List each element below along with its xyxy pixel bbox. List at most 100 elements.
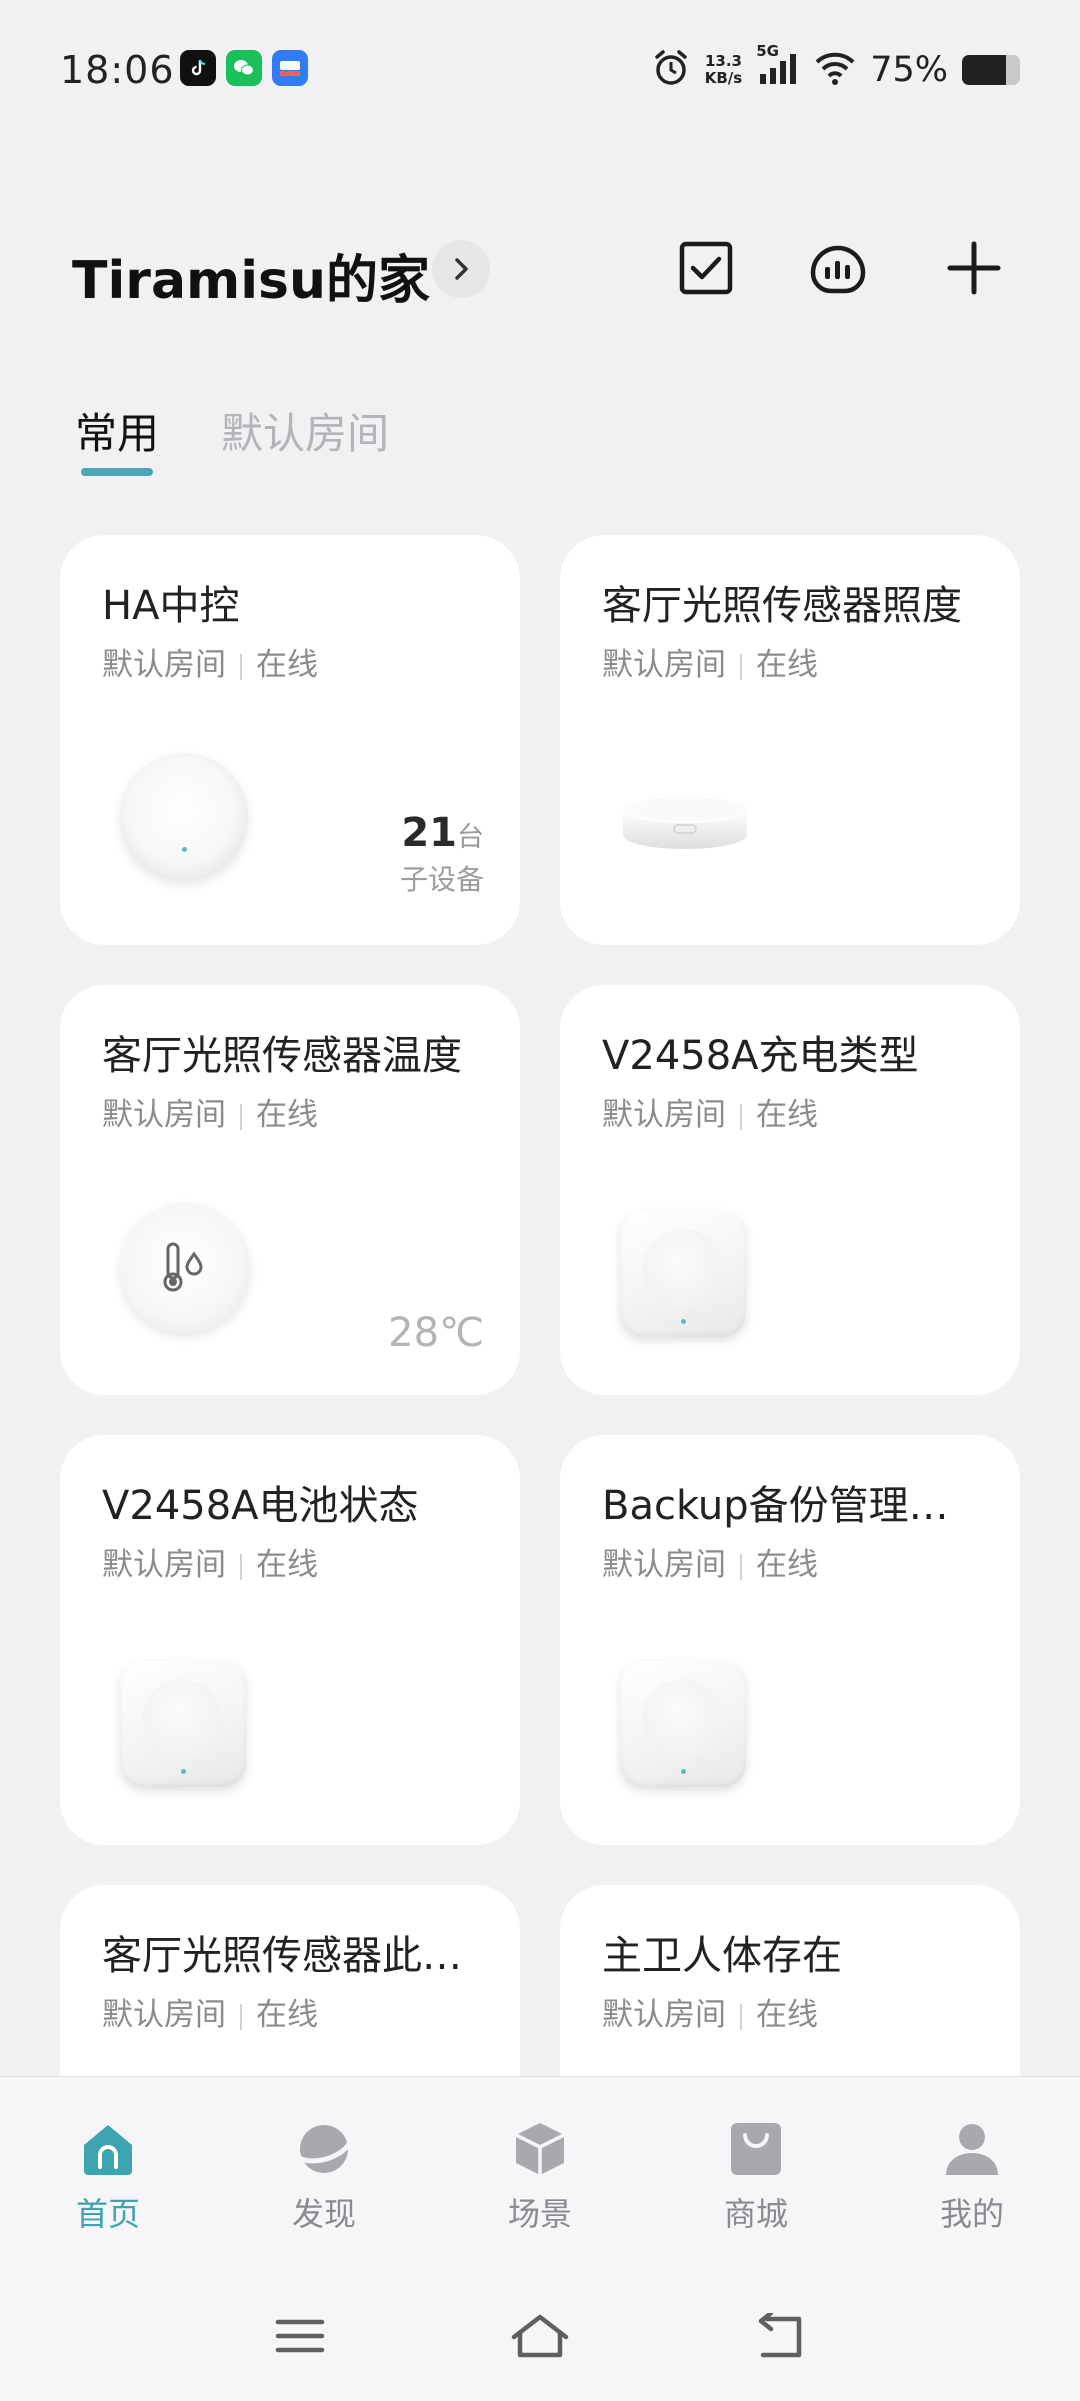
add-device-button[interactable] (942, 236, 1006, 300)
temperature-value: 28℃ (388, 1310, 484, 1356)
network-speed-value: 13.3 (704, 52, 742, 70)
subdevice-count-label: 子设备 (399, 863, 484, 896)
status-bar: 18:06 13.3 KB/s 5G 75% (0, 0, 1080, 140)
device-meta: 默认房间 在线 (102, 639, 318, 684)
light-sensor-image (623, 797, 747, 849)
battery-fill (962, 55, 1006, 85)
device-card-ha-hub[interactable]: HA中控 默认房间 在线 21台 子设备 (60, 535, 520, 945)
device-status: 在线 (756, 1547, 818, 1583)
device-room: 默认房间 (102, 647, 226, 683)
device-meta: 默认房间 在线 (602, 1989, 818, 2034)
checklist-button[interactable] (674, 236, 738, 300)
device-card-v2458a-charge[interactable]: V2458A充电类型 默认房间 在线 (560, 985, 1020, 1395)
tab-default-room-label: 默认房间 (221, 409, 390, 458)
switch-device-image (620, 1661, 746, 1787)
nav-home-label: 首页 (75, 2195, 140, 2233)
tab-default-room[interactable]: 默认房间 (221, 400, 389, 461)
device-meta: 默认房间 在线 (102, 1539, 318, 1584)
device-room: 默认房间 (602, 647, 726, 683)
device-card-backup[interactable]: Backup备份管理… 默认房间 在线 (560, 1435, 1020, 1845)
device-name: 客厅光照传感器温度 (102, 1033, 462, 1079)
device-status: 在线 (256, 1547, 318, 1583)
device-card-v2458a-battery[interactable]: V2458A电池状态 默认房间 在线 (60, 1435, 520, 1845)
device-card-light-illuminance[interactable]: 客厅光照传感器照度 默认房间 在线 (560, 535, 1020, 945)
device-status: 在线 (256, 1997, 318, 2033)
device-name: V2458A电池状态 (102, 1483, 419, 1529)
device-meta: 默认房间 在线 (602, 1539, 818, 1584)
energy-meter-icon (810, 245, 866, 294)
tab-common[interactable]: 常用 (75, 400, 160, 476)
home-switch-button[interactable] (432, 240, 490, 298)
nav-home[interactable]: 首页 (38, 2117, 178, 2235)
device-room: 默认房间 (102, 1547, 226, 1583)
device-meta: 默认房间 在线 (602, 1089, 818, 1134)
home-title[interactable]: Tiramisu的家 (72, 238, 430, 313)
home-outline-icon (511, 2314, 569, 2358)
device-meta: 默认房间 在线 (102, 1089, 318, 1134)
subdevice-count-unit: 台 (457, 822, 484, 853)
nav-discover[interactable]: 发现 (254, 2117, 394, 2235)
shop-bag-icon (724, 2117, 788, 2181)
device-name: HA中控 (102, 583, 240, 629)
status-time: 18:06 (60, 48, 175, 92)
nav-shop[interactable]: 商城 (686, 2117, 826, 2235)
scene-cube-icon (508, 2117, 572, 2181)
device-name: 主卫人体存在 (602, 1933, 842, 1979)
battery-percent: 75% (870, 50, 948, 90)
nav-scene-label: 场景 (507, 2195, 572, 2233)
tab-common-label: 常用 (75, 409, 160, 458)
device-status: 在线 (256, 647, 318, 683)
switch-device-image (620, 1211, 746, 1337)
device-room: 默认房间 (602, 1997, 726, 2033)
battery-icon (962, 55, 1020, 85)
temp-sensor-image (120, 1203, 250, 1333)
status-indicators: 13.3 KB/s 5G 75% (651, 42, 1020, 92)
sys-menu-button[interactable] (268, 2308, 332, 2364)
chevron-right-icon (455, 258, 468, 280)
wechat-icon (226, 50, 262, 86)
tiktok-icon (180, 50, 216, 86)
add-icon (947, 241, 1001, 295)
device-name: V2458A充电类型 (602, 1033, 919, 1079)
nav-shop-label: 商城 (723, 2195, 788, 2233)
device-meta: 默认房间 在线 (602, 639, 818, 684)
nav-discover-label: 发现 (291, 2195, 356, 2233)
device-name: Backup备份管理… (602, 1483, 949, 1529)
discover-icon (292, 2117, 356, 2181)
sys-back-button[interactable] (748, 2308, 812, 2364)
nav-scene[interactable]: 场景 (470, 2117, 610, 2235)
network-type: 5G (756, 42, 779, 60)
subdevice-count-number: 21 (401, 810, 457, 856)
alarm-icon (651, 48, 691, 92)
home-icon (76, 2117, 140, 2181)
subdevice-count: 21台 子设备 (400, 810, 484, 898)
hala-icon (272, 50, 308, 86)
device-status: 在线 (756, 647, 818, 683)
notification-app-icons (180, 50, 308, 86)
device-room: 默认房间 (602, 1097, 726, 1133)
nav-profile[interactable]: 我的 (902, 2117, 1042, 2235)
device-room: 默认房间 (602, 1547, 726, 1583)
device-status: 在线 (756, 1997, 818, 2033)
menu-icon (275, 2319, 325, 2353)
device-card-light-temperature[interactable]: 客厅光照传感器温度 默认房间 在线 28℃ (60, 985, 520, 1395)
profile-icon (940, 2117, 1004, 2181)
thermometer-icon (163, 1242, 203, 1292)
network-speed-unit: KB/s (704, 69, 743, 87)
room-tabs: 常用 默认房间 (75, 400, 389, 476)
back-icon (758, 2313, 802, 2358)
device-status: 在线 (756, 1097, 818, 1133)
energy-meter-button[interactable] (806, 236, 870, 300)
tab-active-indicator (81, 468, 153, 476)
device-room: 默认房间 (102, 1097, 226, 1133)
checklist-icon (679, 241, 733, 295)
device-room: 默认房间 (102, 1997, 226, 2033)
device-name: 客厅光照传感器照度 (602, 583, 962, 629)
device-meta: 默认房间 在线 (102, 1989, 318, 2034)
device-status: 在线 (256, 1097, 318, 1133)
network-speed: 13.3 KB/s (705, 53, 742, 87)
sys-home-button[interactable] (508, 2308, 572, 2364)
switch-device-image (120, 1661, 246, 1787)
device-name: 客厅光照传感器此… (102, 1933, 462, 1979)
wifi-icon (814, 50, 856, 90)
